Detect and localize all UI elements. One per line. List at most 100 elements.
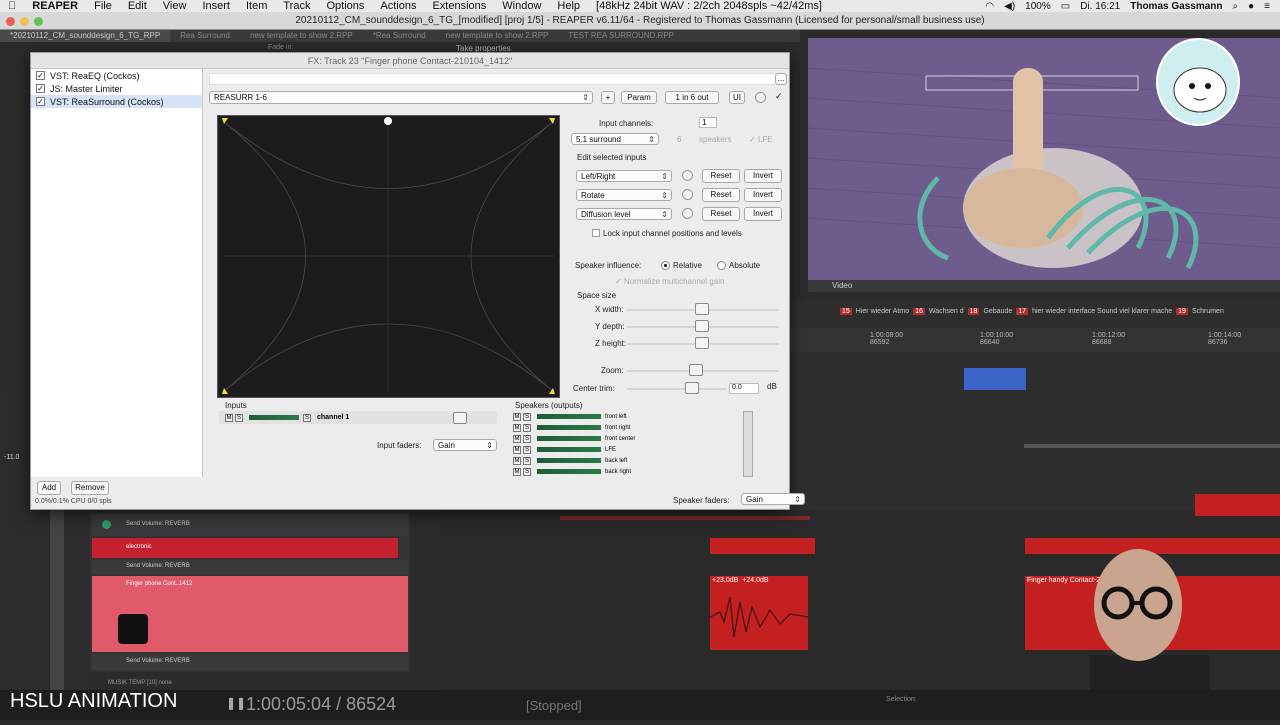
speaker-faders-select[interactable]: Gain [741, 493, 805, 506]
param-button[interactable]: Param [621, 91, 657, 104]
y-depth-fader[interactable] [695, 320, 709, 332]
center-trim-fader[interactable] [685, 382, 699, 394]
speaker-row-front-left[interactable]: M Sfront left [513, 412, 627, 421]
battery-icon[interactable]: ▭ [1061, 1, 1070, 12]
wifi-icon[interactable]: ◠ [985, 1, 994, 12]
input-channels-field[interactable]: 1 [699, 117, 717, 128]
wet-knob[interactable] [755, 92, 766, 103]
io-button[interactable]: 1 in 6 out [665, 91, 719, 104]
menu-file[interactable]: File [86, 0, 120, 12]
x-width-fader[interactable] [695, 303, 709, 315]
track-send-3[interactable]: Send Volume: REVERB [92, 654, 408, 670]
bypass-check[interactable]: ✓ [775, 91, 783, 102]
video-label[interactable]: Video [808, 280, 1280, 292]
fx-enable-checkbox[interactable]: ✓ [36, 71, 45, 80]
fx-item-limiter[interactable]: ✓ JS: Master Limiter [31, 82, 202, 95]
send-icon[interactable] [102, 520, 111, 529]
layout-select[interactable]: 5.1 surround [571, 133, 659, 146]
zoom-window-icon[interactable] [34, 17, 43, 26]
fx-enable-checkbox[interactable]: ✓ [36, 97, 45, 106]
speaker-row-front-center[interactable]: M Sfront center [513, 434, 635, 443]
input-solo-button[interactable]: S [235, 413, 243, 422]
master-fader[interactable] [50, 510, 64, 690]
mode-select-1[interactable]: Left/Right [576, 170, 672, 183]
surround-panner-canvas[interactable] [217, 115, 560, 398]
preset-add-button[interactable]: + [601, 91, 615, 104]
media-item-finger-1[interactable]: +23.0dB +24.0dB [710, 576, 808, 650]
lock-checkbox[interactable] [592, 229, 600, 237]
fx-item-reasurround[interactable]: ✓ VST: ReaSurround (Cockos) [31, 95, 202, 108]
fx-item-reaeq[interactable]: ✓ VST: ReaEQ (Cockos) [31, 69, 202, 82]
project-tab-1[interactable]: *20210112_CM_sounddesign_6_TG_RPP [0, 30, 171, 42]
lfe-checkbox-label[interactable]: ✓ LFE [749, 135, 773, 144]
volume-icon[interactable]: ◀) [1004, 1, 1015, 12]
input-fader[interactable] [453, 412, 467, 424]
menu-insert[interactable]: Insert [194, 0, 238, 12]
menu-window[interactable]: Window [494, 0, 549, 12]
z-height-fader[interactable] [695, 337, 709, 349]
input-faders-select[interactable]: Gain [433, 439, 497, 452]
zoom-fader[interactable] [689, 364, 703, 376]
ui-button[interactable]: UI [729, 91, 745, 104]
menu-options[interactable]: Options [318, 0, 372, 12]
menu-clock[interactable]: Di. 16:21 [1080, 1, 1120, 12]
speaker-row-front-right[interactable]: M Sfront right [513, 423, 630, 432]
menu-edit[interactable]: Edit [120, 0, 155, 12]
minimize-window-icon[interactable] [20, 17, 29, 26]
remove-fx-button[interactable]: Remove [71, 481, 109, 495]
speaker-faders-column[interactable] [743, 411, 753, 477]
menu-item[interactable]: Item [238, 0, 275, 12]
project-tab-2[interactable]: Rea Surround [170, 30, 240, 42]
input-solo-button-2[interactable]: S [303, 413, 311, 422]
reset-button-3[interactable]: Reset [702, 207, 740, 221]
apple-icon[interactable]:  [0, 0, 24, 12]
mode-knob-2[interactable] [682, 189, 693, 200]
project-tab-5[interactable]: new template to show 2.RPP [436, 30, 559, 42]
media-item-red-1[interactable] [710, 538, 815, 554]
time-ruler[interactable]: 1:00:08:00 86592 1:00:10:00 86640 1:00:12:… [790, 328, 1280, 352]
fx-name-field[interactable] [209, 73, 777, 85]
mode-knob-3[interactable] [682, 208, 693, 219]
project-tab-3[interactable]: new template to show 2.RPP [240, 30, 363, 42]
invert-button-3[interactable]: Invert [744, 207, 782, 221]
close-window-icon[interactable] [6, 17, 15, 26]
project-tab-6[interactable]: TEST REA SURROUND.RPP [558, 30, 684, 42]
reset-button-2[interactable]: Reset [702, 188, 740, 202]
track-finger-phone[interactable]: Finger phone Cont..1412 [92, 576, 408, 652]
fx-enable-checkbox[interactable]: ✓ [36, 84, 45, 93]
track-send-2[interactable]: Send Volume: REVERB [92, 560, 408, 574]
normalize-checkbox[interactable]: ✓ Normalize multichannel gain [615, 277, 724, 286]
speaker-row-back-right[interactable]: M Sback right [513, 467, 631, 476]
relative-radio[interactable] [661, 261, 670, 270]
add-fx-button[interactable]: Add [37, 481, 61, 495]
more-button[interactable]: ... [775, 73, 787, 85]
menu-view[interactable]: View [155, 0, 195, 12]
speaker-row-back-left[interactable]: M Sback left [513, 456, 627, 465]
input-mute-button[interactable]: M [225, 413, 233, 422]
speaker-row-lfe[interactable]: M S LFE [513, 445, 616, 454]
menu-extensions[interactable]: Extensions [424, 0, 494, 12]
absolute-radio[interactable] [717, 261, 726, 270]
preset-select[interactable]: REASURR 1-6 [209, 91, 593, 104]
menu-track[interactable]: Track [275, 0, 318, 12]
media-item-blue[interactable] [964, 368, 1026, 390]
invert-button-2[interactable]: Invert [744, 188, 782, 202]
pause-icon[interactable]: ❚❚ [226, 696, 246, 710]
mode-select-3[interactable]: Diffusion level [576, 208, 672, 221]
media-item-red-3[interactable] [1195, 494, 1280, 516]
reset-button-1[interactable]: Reset [702, 169, 740, 183]
menu-actions[interactable]: Actions [372, 0, 424, 12]
menu-user[interactable]: Thomas Gassmann [1130, 1, 1222, 12]
invert-button-1[interactable]: Invert [744, 169, 782, 183]
input-channel-1-icon[interactable] [384, 117, 392, 125]
siri-icon[interactable]: ● [1248, 1, 1254, 12]
spotlight-icon[interactable]: ⌕ [1233, 1, 1239, 12]
menu-help[interactable]: Help [549, 0, 588, 12]
track-electronic[interactable]: electronic [92, 538, 398, 558]
menu-app-reaper[interactable]: REAPER [24, 0, 86, 12]
mode-knob-1[interactable] [682, 170, 693, 181]
center-trim-field[interactable]: 0.0 [729, 383, 759, 394]
track-send-1[interactable]: Send Volume: REVERB [92, 514, 408, 536]
mode-select-2[interactable]: Rotate [576, 189, 672, 202]
project-tab-4[interactable]: *Rea Surround [363, 30, 436, 42]
